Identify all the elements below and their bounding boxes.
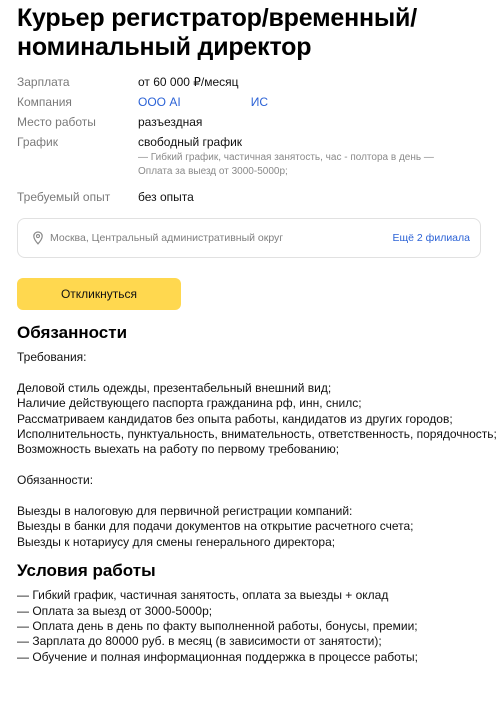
duties-text: Требования: Деловой стиль одежды, презен… [17,350,497,550]
condition-item: — Оплата день в день по факту выполненно… [17,619,418,634]
salary-row: Зарплата от 60 000 ₽/месяц [17,74,497,91]
requirements-label: Требования: [17,350,87,364]
schedule-label: График [17,135,58,149]
duty-item: Выезды в банки для подачи документов на … [17,519,414,534]
experience-label: Требуемый опыт [17,190,111,204]
duties-label: Обязанности: [17,473,94,488]
requirement-item: Возможность выехать на работу по первому… [17,442,340,457]
company-label: Компания [17,95,72,109]
company-link[interactable]: ООО АІ ИС [138,94,268,111]
place-row: Место работы разъездная [17,114,497,131]
requirement-item: Деловой стиль одежды, презентабельный вн… [17,380,332,395]
map-pin-icon [33,231,43,245]
schedule-note: — Гибкий график, частичная занятость, ча… [138,152,434,177]
conditions-text: — Гибкий график, частичная занятость, оп… [17,588,497,665]
experience-value: без опыта [138,190,194,204]
location-box: Москва, Центральный административный окр… [17,218,481,258]
salary-label: Зарплата [17,75,70,89]
duty-item: Выезды в налоговую для первичной регистр… [17,504,353,519]
respond-button[interactable]: Откликнуться [17,278,181,310]
vacancy-title: Курьер регистратор/временный/ номинальны… [17,4,417,61]
requirement-item: Исполнительность, пунктуальность, внимат… [17,427,497,442]
vacancy-properties: Зарплата от 60 000 ₽/месяц Компания ООО … [17,74,497,206]
company-row: Компания ООО АІ ИС [17,94,497,111]
duty-item: Выезды к нотариусу для смены генеральног… [17,534,336,549]
requirement-item: Рассматриваем кандидатов без опыта работ… [17,411,453,426]
more-branches-link[interactable]: Ещё 2 филиала [393,232,470,244]
condition-item: — Обучение и полная информационная подде… [17,649,418,664]
duties-heading: Обязанности [17,323,128,342]
salary-value: от 60 000 ₽/месяц [138,75,239,89]
place-value: разъездная [138,115,203,129]
condition-item: — Зарплата до 80000 руб. в месяц (в зави… [17,634,382,649]
experience-row: Требуемый опыт без опыта [17,189,497,206]
schedule-row: График свободный график — Гибкий график,… [17,134,497,179]
vacancy-page: Курьер регистратор/временный/ номинальны… [0,0,497,718]
place-label: Место работы [17,115,96,129]
condition-item: — Гибкий график, частичная занятость, оп… [17,588,389,603]
location-address: Москва, Центральный административный окр… [50,232,284,244]
conditions-heading: Условия работы [17,561,156,581]
requirement-item: Наличие действующего паспорта гражданина… [17,396,362,411]
condition-item: — Оплата за выезд от 3000-5000р; [17,603,213,618]
schedule-value: свободный график [138,135,243,149]
